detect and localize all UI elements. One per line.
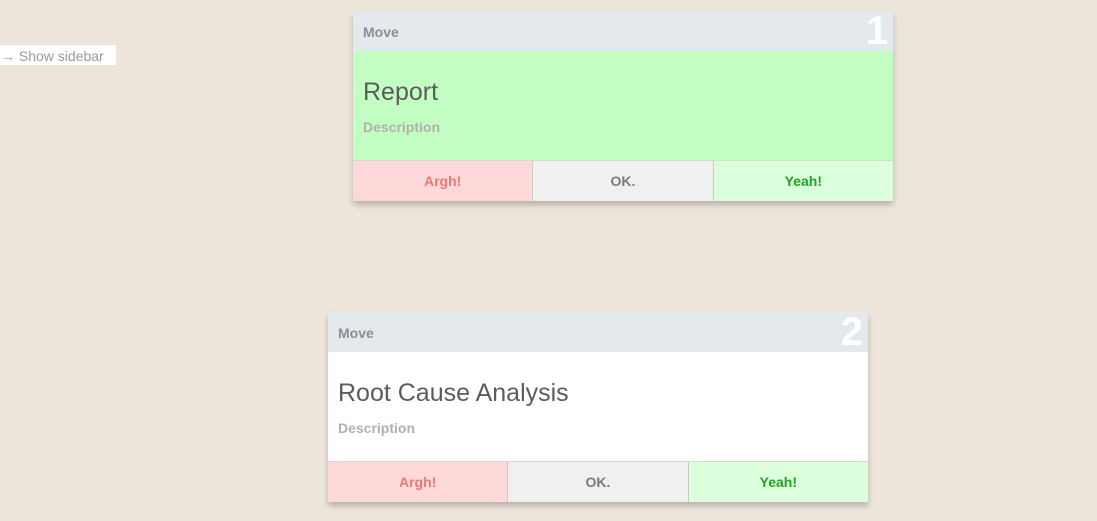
card-title: Root Cause Analysis — [338, 379, 569, 407]
card-body: Root Cause Analysis Description — [328, 352, 868, 461]
card-description: Description — [338, 420, 416, 436]
card-actions: Argh! OK. Yeah! — [353, 160, 893, 201]
card-actions: Argh! OK. Yeah! — [328, 461, 868, 502]
card-title: Report — [363, 78, 439, 106]
card-root-cause-analysis: Move 2 Root Cause Analysis Description A… — [328, 312, 868, 502]
card-header: Move 1 — [353, 11, 893, 53]
move-handle[interactable]: Move — [338, 312, 374, 354]
card-header: Move 2 — [328, 312, 868, 354]
show-sidebar-button[interactable]: → Show sidebar — [0, 45, 116, 65]
card-report: Move 1 Report Description Argh! OK. Yeah… — [353, 11, 893, 201]
yeah-button[interactable]: Yeah! — [688, 462, 868, 502]
argh-button[interactable]: Argh! — [328, 462, 509, 502]
card-body: Report Description — [353, 51, 893, 160]
card-number: 2 — [840, 312, 863, 354]
card-number: 1 — [865, 11, 888, 53]
move-handle[interactable]: Move — [363, 11, 399, 53]
ok-button[interactable]: OK. — [508, 462, 689, 502]
arrow-right-icon: → — [1, 48, 15, 64]
yeah-button[interactable]: Yeah! — [713, 161, 893, 201]
show-sidebar-label: Show sidebar — [18, 48, 104, 64]
ok-button[interactable]: OK. — [533, 161, 714, 201]
card-description: Description — [363, 119, 441, 135]
argh-button[interactable]: Argh! — [353, 161, 534, 201]
